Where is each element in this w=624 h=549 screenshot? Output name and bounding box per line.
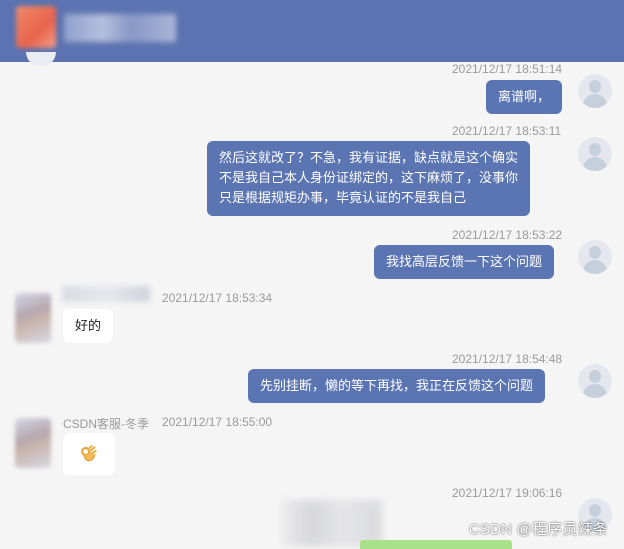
agent-avatar-blurred[interactable] bbox=[15, 293, 51, 343]
user-avatar[interactable] bbox=[578, 74, 612, 108]
sender-name-blurred bbox=[62, 286, 150, 302]
outgoing-message-bubble[interactable]: 离谱啊， bbox=[486, 80, 563, 114]
outgoing-message-bubble[interactable]: 先别挂断，懒的等下再找，我正在反馈这个问题 bbox=[248, 369, 546, 403]
outgoing-message-bubble[interactable]: 我找高层反馈一下这个问题 bbox=[374, 245, 555, 279]
contact-name-blurred bbox=[64, 14, 176, 42]
message-timestamp: 2021/12/17 18:51:14 bbox=[452, 62, 563, 76]
message-line: 然后这就改了？不急，我有证据，缺点就是这个确实 bbox=[219, 150, 519, 165]
avatar-fragment bbox=[26, 52, 56, 66]
watermark: CSDN @程序员辣条 bbox=[468, 521, 608, 538]
incoming-emoji-bubble[interactable] bbox=[63, 433, 115, 475]
message-timestamp: 2021/12/17 18:55:00 bbox=[162, 415, 273, 429]
outgoing-message-bubble[interactable]: 然后这就改了？不急，我有证据，缺点就是这个确实 不是我自己本人身份证绑定的，这下… bbox=[207, 141, 531, 216]
message-timestamp: 2021/12/17 18:54:48 bbox=[452, 352, 563, 366]
message-timestamp: 2021/12/17 18:53:22 bbox=[452, 228, 563, 242]
agent-avatar-blurred[interactable] bbox=[15, 418, 51, 468]
contact-avatar[interactable] bbox=[16, 6, 56, 48]
message-line: 只是根据规矩办事，毕竟认证的不是我自己 bbox=[219, 190, 467, 205]
incoming-message-bubble[interactable]: 好的 bbox=[63, 309, 114, 343]
message-timestamp: 2021/12/17 18:53:11 bbox=[452, 124, 562, 138]
ok-hand-icon bbox=[81, 445, 97, 462]
user-avatar[interactable] bbox=[578, 137, 612, 171]
user-avatar[interactable] bbox=[578, 364, 612, 398]
outgoing-message-bubble-partial[interactable] bbox=[360, 540, 512, 549]
message-timestamp: 2021/12/17 18:53:34 bbox=[162, 291, 273, 305]
message-timestamp: 2021/12/17 19:06:16 bbox=[452, 486, 563, 500]
sender-name: CSDN客服-冬季 bbox=[63, 417, 149, 431]
message-line: 不是我自己本人身份证绑定的，这下麻烦了，没事你 bbox=[219, 170, 519, 185]
user-avatar[interactable] bbox=[578, 240, 612, 274]
chat-header bbox=[0, 0, 624, 62]
